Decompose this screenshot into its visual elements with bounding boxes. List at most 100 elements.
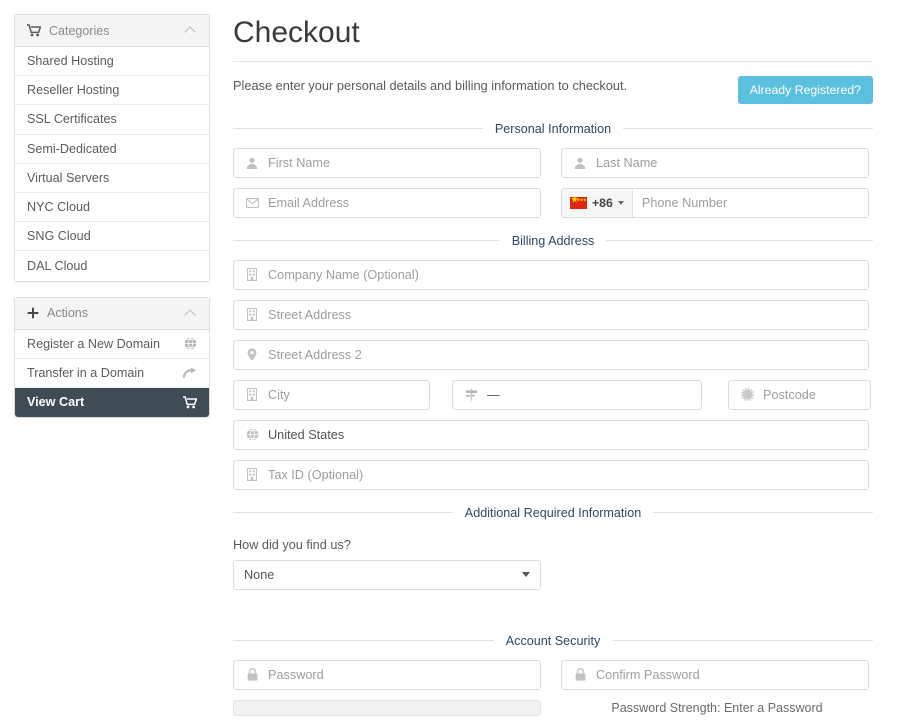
divider-line [612,640,873,641]
chevron-up-icon[interactable] [186,308,197,319]
divider-line [653,512,873,513]
street-address-placeholder: Street Address [268,308,868,322]
categories-panel: Categories Shared Hosting Reseller Hosti… [14,14,210,282]
sidebar-item-nyc-cloud[interactable]: NYC Cloud [15,193,209,222]
page-subtitle: Please enter your personal details and b… [233,76,627,93]
section-title: Billing Address [500,234,607,248]
password-field[interactable]: Password [233,660,541,690]
chevron-down-icon [522,572,530,577]
sidebar-item-sng-cloud[interactable]: SNG Cloud [15,222,209,251]
sidebar-item-label: Shared Hosting [27,54,197,68]
categories-panel-title: Categories [49,24,186,38]
sidebar-item-label: Virtual Servers [27,171,197,185]
sidebar: Categories Shared Hosting Reseller Hosti… [14,14,210,433]
sidebar-item-register-domain[interactable]: Register a New Domain [15,330,209,359]
sidebar-item-label: DAL Cloud [27,259,197,273]
street2-row: Street Address 2 [233,340,873,370]
chevron-up-icon[interactable] [186,25,197,36]
section-heading-personal-information: Personal Information [233,122,873,136]
country-value: United States [268,428,868,442]
already-registered-button[interactable]: Already Registered? [738,76,873,104]
company-row: Company Name (Optional) [233,260,873,290]
country-code-value: +86 [592,196,613,210]
state-region-value: — [487,388,701,402]
globe-icon [244,428,260,441]
street-address-2-field[interactable]: Street Address 2 [233,340,869,370]
section-heading-additional-information: Additional Required Information [233,506,873,520]
city-state-postcode-row: City — Postcode [233,380,873,410]
divider-line [623,128,873,129]
section-title: Personal Information [483,122,623,136]
divider-line [606,240,873,241]
arrow-curved-icon [183,367,197,379]
user-icon [244,157,260,169]
postcode-field[interactable]: Postcode [728,380,871,410]
how-did-you-find-us-select[interactable]: None [233,560,541,590]
country-field[interactable]: United States [233,420,869,450]
street-address-field[interactable]: Street Address [233,300,869,330]
city-placeholder: City [268,388,429,402]
sidebar-item-view-cart[interactable]: View Cart [15,388,209,417]
first-name-field[interactable]: First Name [233,148,541,178]
actions-panel: Actions Register a New Domain Transfer i… [14,297,210,419]
street-address-2-placeholder: Street Address 2 [268,348,868,362]
country-code-selector[interactable]: +86 [562,189,633,217]
gear-icon [739,388,755,401]
sidebar-item-label: Register a New Domain [27,337,184,351]
sidebar-item-virtual-servers[interactable]: Virtual Servers [15,164,209,193]
sidebar-item-label: NYC Cloud [27,200,197,214]
confirm-password-field[interactable]: Confirm Password [561,660,869,690]
phone-field-group: +86 Phone Number [561,188,869,218]
actions-panel-title: Actions [47,306,186,320]
sidebar-item-label: SSL Certificates [27,112,197,126]
spacer [541,188,561,218]
contact-row: Email Address +86 Phone Number [233,188,873,218]
checkout-page: Categories Shared Hosting Reseller Hosti… [0,0,897,722]
street1-row: Street Address [233,300,873,330]
main-content: Checkout Please enter your personal deta… [233,0,873,722]
city-field[interactable]: City [233,380,430,410]
building-icon [244,268,260,281]
categories-panel-header[interactable]: Categories [15,15,209,47]
lock-icon [572,668,588,681]
sidebar-item-label: Reseller Hosting [27,83,197,97]
email-field[interactable]: Email Address [233,188,541,218]
company-name-field[interactable]: Company Name (Optional) [233,260,869,290]
tax-id-field[interactable]: Tax ID (Optional) [233,460,869,490]
sidebar-item-reseller-hosting[interactable]: Reseller Hosting [15,76,209,105]
globe-icon [184,337,197,350]
find-us-row: None [233,560,873,590]
section-heading-account-security: Account Security [233,634,873,648]
sidebar-item-label: Semi-Dedicated [27,142,197,156]
page-title: Checkout [233,16,873,62]
section-title: Account Security [494,634,613,648]
cart-icon [27,24,41,37]
sidebar-item-shared-hosting[interactable]: Shared Hosting [15,47,209,76]
spacer [541,660,561,690]
tax-id-placeholder: Tax ID (Optional) [268,468,868,482]
sidebar-item-transfer-domain[interactable]: Transfer in a Domain [15,359,209,388]
section-heading-billing-address: Billing Address [233,234,873,248]
password-row: Password Confirm Password [233,660,873,690]
cart-icon [183,396,197,409]
state-region-field[interactable]: — [452,380,702,410]
section-title: Additional Required Information [453,506,653,520]
sidebar-item-label: Transfer in a Domain [27,366,183,380]
email-placeholder: Email Address [268,196,540,210]
sidebar-item-dal-cloud[interactable]: DAL Cloud [15,251,209,280]
last-name-field[interactable]: Last Name [561,148,869,178]
sidebar-item-semi-dedicated[interactable]: Semi-Dedicated [15,135,209,164]
user-icon [572,157,588,169]
how-did-you-find-us-label: How did you find us? [233,538,873,552]
sidebar-item-label: View Cart [27,395,183,409]
password-strength-bar [233,700,541,716]
lock-icon [244,668,260,681]
signpost-icon [463,388,479,401]
password-strength-row: Password Strength: Enter a Password [233,700,873,716]
sidebar-item-ssl-certificates[interactable]: SSL Certificates [15,105,209,134]
name-row: First Name Last Name [233,148,873,178]
spacer [541,148,561,178]
find-us-value: None [234,568,274,582]
phone-number-placeholder[interactable]: Phone Number [633,196,868,210]
actions-panel-header[interactable]: Actions [15,298,209,330]
